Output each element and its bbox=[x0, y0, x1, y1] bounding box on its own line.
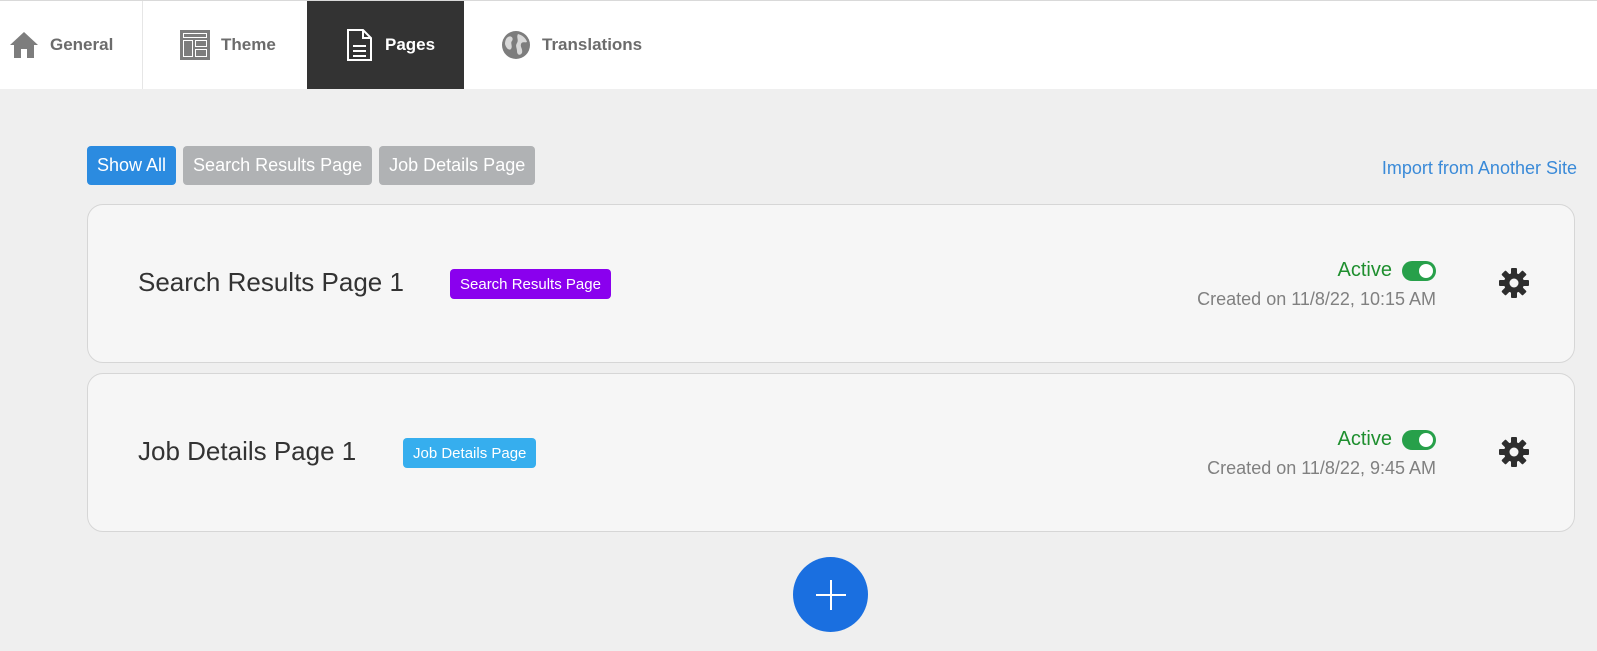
document-icon bbox=[345, 29, 373, 61]
tab-theme[interactable]: Theme bbox=[143, 1, 307, 89]
page-title: Job Details Page 1 bbox=[138, 436, 357, 466]
toggle-knob bbox=[1419, 432, 1433, 447]
filter-show-all-button[interactable]: Show All bbox=[87, 146, 177, 185]
page-type-badge: Job Details Page bbox=[403, 438, 537, 468]
status-text: Active bbox=[1337, 259, 1392, 281]
page-card: Job Details Page 1 Job Details Page Acti… bbox=[87, 373, 1575, 532]
tab-pages[interactable]: Pages bbox=[307, 1, 464, 89]
active-toggle[interactable] bbox=[1402, 429, 1436, 450]
status-text: Active bbox=[1337, 428, 1392, 450]
layout-icon bbox=[179, 29, 211, 61]
page-card: Search Results Page 1 Search Results Pag… bbox=[87, 204, 1575, 363]
filter-search-results-button[interactable]: Search Results Page bbox=[183, 146, 373, 185]
add-page-button[interactable] bbox=[793, 557, 868, 632]
tab-theme-label: Theme bbox=[221, 35, 276, 54]
created-date: Created on 11/8/22, 9:45 AM bbox=[1207, 458, 1436, 478]
tab-general[interactable]: General bbox=[0, 1, 143, 89]
filter-job-details-button[interactable]: Job Details Page bbox=[379, 146, 536, 185]
status-row: Active bbox=[1338, 428, 1436, 451]
toggle-knob bbox=[1419, 263, 1433, 278]
globe-icon bbox=[500, 29, 532, 61]
gear-icon[interactable] bbox=[1498, 436, 1530, 468]
tab-pages-label: Pages bbox=[385, 35, 436, 54]
tab-translations[interactable]: Translations bbox=[464, 1, 684, 89]
active-toggle[interactable] bbox=[1402, 260, 1436, 281]
home-icon bbox=[8, 29, 40, 61]
settings-tabs: General Theme Pages Translations bbox=[0, 0, 1597, 89]
import-from-another-site-link[interactable]: Import from Another Site bbox=[1382, 158, 1577, 179]
page-type-filters: Show All Search Results Page Job Details… bbox=[87, 146, 536, 185]
created-date: Created on 11/8/22, 10:15 AM bbox=[1197, 289, 1436, 309]
gear-icon[interactable] bbox=[1498, 267, 1530, 299]
page-title: Search Results Page 1 bbox=[138, 267, 404, 297]
page-type-badge: Search Results Page bbox=[450, 269, 611, 299]
tab-translations-label: Translations bbox=[542, 35, 643, 54]
plus-icon bbox=[815, 579, 846, 610]
status-row: Active bbox=[1338, 259, 1436, 282]
tab-general-label: General bbox=[50, 35, 114, 54]
